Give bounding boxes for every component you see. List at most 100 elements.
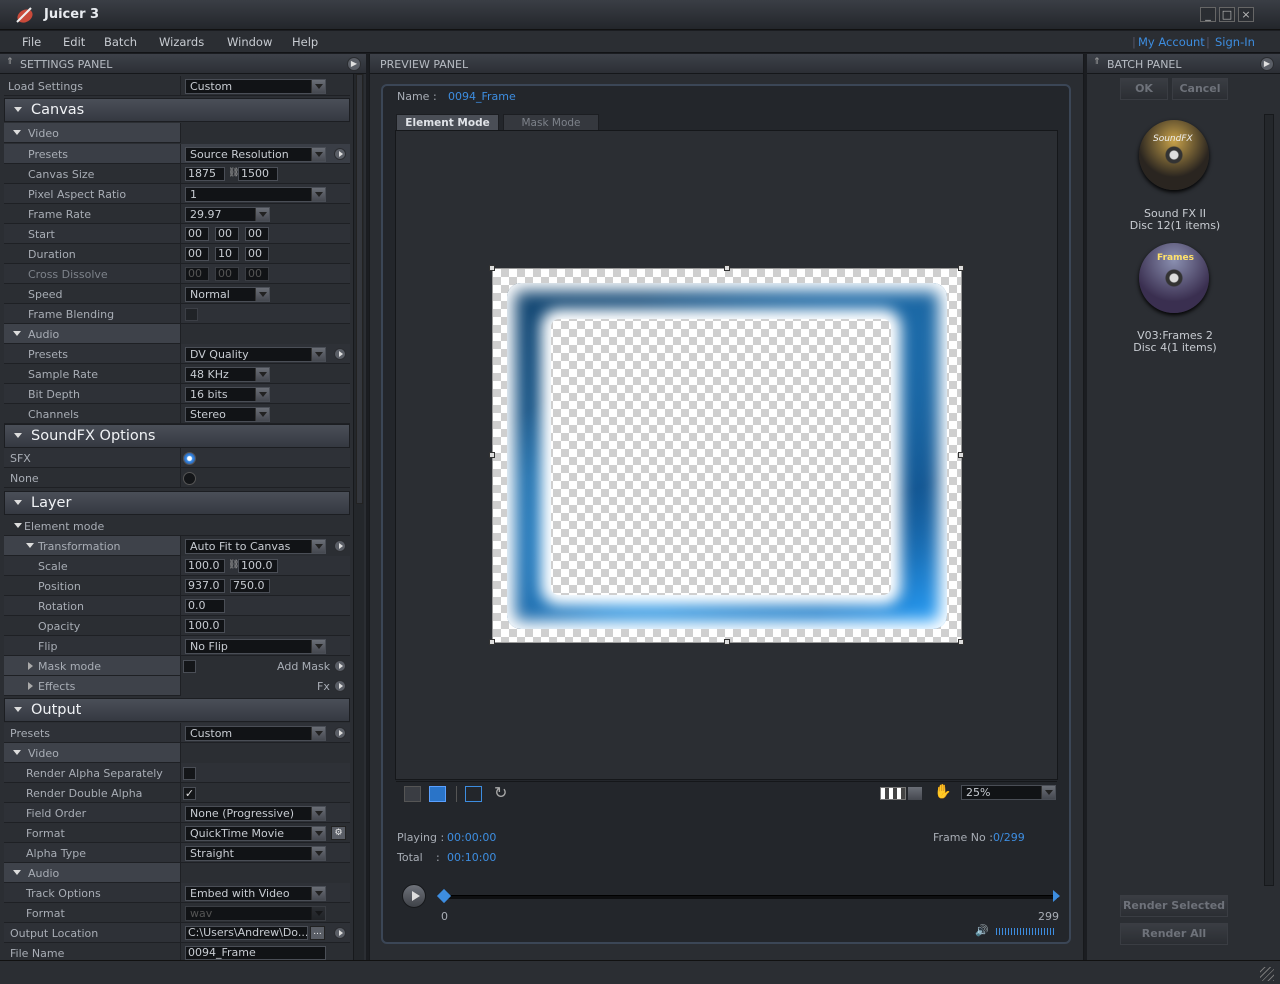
timeline-track[interactable] xyxy=(444,895,1058,899)
load-settings-dropdown[interactable]: Custom xyxy=(185,79,326,94)
collapse-icon[interactable]: ⇑ xyxy=(6,57,14,67)
resize-handle[interactable] xyxy=(724,265,730,271)
cancel-button[interactable]: Cancel xyxy=(1172,78,1228,100)
minimize-button[interactable]: _ xyxy=(1200,7,1216,22)
resize-handle[interactable] xyxy=(489,639,495,645)
menu-batch[interactable]: Batch xyxy=(104,35,137,49)
open-location-icon[interactable] xyxy=(334,927,346,939)
preset-action-icon[interactable] xyxy=(334,148,346,160)
batch-scrollbar[interactable] xyxy=(1264,114,1274,886)
menu-wizards[interactable]: Wizards xyxy=(159,35,204,49)
position-y-input[interactable]: 750.0 xyxy=(230,579,270,593)
resize-handle[interactable] xyxy=(958,452,964,458)
format-dropdown[interactable]: QuickTime Movie xyxy=(185,826,326,841)
audio-presets-dropdown[interactable]: DV Quality xyxy=(185,347,326,362)
render-alpha-separately-checkbox[interactable] xyxy=(183,767,196,780)
my-account-link[interactable]: My Account xyxy=(1138,35,1205,49)
volume-slider[interactable] xyxy=(996,928,1056,935)
menu-edit[interactable]: Edit xyxy=(63,35,85,49)
render-double-alpha-checkbox[interactable]: ✓ xyxy=(183,787,196,800)
output-presets-dropdown[interactable]: Custom xyxy=(185,726,326,741)
disc-soundfx-icon[interactable]: SoundFX xyxy=(1139,120,1209,190)
video-presets-dropdown[interactable]: Source Resolution xyxy=(185,147,326,162)
fit-to-canvas-icon[interactable] xyxy=(465,786,482,802)
audio-preset-action-icon[interactable] xyxy=(334,348,346,360)
scale-y-input[interactable]: 100.0 xyxy=(238,559,278,573)
output-video-subheader[interactable]: Video xyxy=(4,743,350,763)
start-minutes-input[interactable]: 00 xyxy=(215,227,239,241)
expand-arrow-icon[interactable] xyxy=(28,682,33,690)
ok-button[interactable]: OK xyxy=(1120,78,1168,100)
mask-mode-checkbox[interactable] xyxy=(183,660,196,673)
track-options-dropdown[interactable]: Embed with Video xyxy=(185,886,326,901)
output-section-header[interactable]: Output xyxy=(4,698,350,722)
browse-button[interactable]: ... xyxy=(310,926,325,940)
file-name-input[interactable]: 0094_Frame xyxy=(185,946,326,960)
menu-file[interactable]: File xyxy=(22,35,41,49)
canvas-width-input[interactable]: 1875 xyxy=(185,167,225,181)
batch-item-frames[interactable]: V03:Frames 2 Disc 4(1 items) xyxy=(1087,330,1263,354)
fx-button[interactable] xyxy=(334,680,346,692)
tab-mask-mode[interactable]: Mask Mode xyxy=(503,114,599,131)
pixel-aspect-dropdown[interactable]: 1 xyxy=(185,187,326,202)
zoom-dropdown[interactable]: 25% xyxy=(961,785,1056,800)
opacity-input[interactable]: 100.0 xyxy=(185,619,225,633)
frame-rate-dropdown[interactable]: 29.97 xyxy=(185,207,270,222)
output-audio-subheader[interactable]: Audio xyxy=(4,863,350,883)
canvas-video-subheader[interactable]: Video xyxy=(4,123,350,143)
fx-label[interactable]: Fx xyxy=(317,680,330,693)
element-mode-row[interactable]: Element mode xyxy=(4,516,350,536)
frame-blending-checkbox[interactable] xyxy=(185,308,198,321)
canvas-height-input[interactable]: 1500 xyxy=(238,167,278,181)
bit-depth-dropdown[interactable]: 16 bits xyxy=(185,387,270,402)
rotate-icon[interactable]: ↻ xyxy=(494,783,507,802)
checkerboard-toggle-icon[interactable] xyxy=(880,787,906,800)
add-mask-label[interactable]: Add Mask xyxy=(277,660,330,673)
soundfx-section-header[interactable]: SoundFX Options xyxy=(4,424,350,448)
sign-in-link[interactable]: Sign-In xyxy=(1215,35,1255,49)
redo-icon[interactable] xyxy=(429,786,446,802)
channels-dropdown[interactable]: Stereo xyxy=(185,407,270,422)
render-selected-button[interactable]: Render Selected xyxy=(1120,895,1228,917)
resize-handle[interactable] xyxy=(958,639,964,645)
start-hours-input[interactable]: 00 xyxy=(185,227,209,241)
expand-arrow-icon[interactable] xyxy=(28,662,33,670)
speed-dropdown[interactable]: Normal xyxy=(185,287,270,302)
none-radio[interactable] xyxy=(183,472,196,485)
transformation-dropdown[interactable]: Auto Fit to Canvas xyxy=(185,539,326,554)
menu-help[interactable]: Help xyxy=(292,35,318,49)
start-seconds-input[interactable]: 00 xyxy=(245,227,269,241)
output-preset-action-icon[interactable] xyxy=(334,727,346,739)
transformation-action-icon[interactable] xyxy=(334,540,346,552)
close-button[interactable]: × xyxy=(1238,7,1254,22)
settings-scrollbar[interactable] xyxy=(353,74,364,960)
resize-handle[interactable] xyxy=(489,452,495,458)
field-order-dropdown[interactable]: None (Progressive) xyxy=(185,806,326,821)
frame-image[interactable] xyxy=(492,268,962,643)
canvas-audio-subheader[interactable]: Audio xyxy=(4,324,350,344)
format-settings-icon[interactable]: ⚙ xyxy=(331,826,346,840)
menu-window[interactable]: Window xyxy=(227,35,272,49)
add-mask-button[interactable] xyxy=(334,660,346,672)
duration-seconds-input[interactable]: 00 xyxy=(245,247,269,261)
sfx-radio[interactable] xyxy=(183,452,196,465)
maximize-button[interactable]: □ xyxy=(1219,7,1235,22)
duration-minutes-input[interactable]: 10 xyxy=(215,247,239,261)
batch-item-soundfx[interactable]: Sound FX II Disc 12(1 items) xyxy=(1087,208,1263,232)
disc-frames-icon[interactable]: Frames xyxy=(1139,243,1209,313)
canvas-section-header[interactable]: Canvas xyxy=(4,98,350,122)
resize-grip-icon[interactable] xyxy=(1260,967,1274,981)
timeline-end-marker[interactable] xyxy=(1053,890,1060,902)
scale-x-input[interactable]: 100.0 xyxy=(185,559,225,573)
resize-handle[interactable] xyxy=(489,265,495,271)
collapse-icon[interactable]: ⇑ xyxy=(1093,57,1101,67)
output-location-input[interactable]: C:\Users\Andrew\Do... xyxy=(185,926,308,940)
resize-handle[interactable] xyxy=(724,639,730,645)
undo-icon[interactable] xyxy=(404,786,421,802)
panel-menu-icon[interactable]: ▶ xyxy=(347,57,361,71)
chevron-down-icon[interactable] xyxy=(908,787,922,800)
render-all-button[interactable]: Render All xyxy=(1120,923,1228,945)
hand-pan-icon[interactable]: ✋ xyxy=(934,784,951,800)
speaker-icon[interactable]: 🔊 xyxy=(975,924,989,937)
panel-menu-icon[interactable]: ▶ xyxy=(1260,57,1274,71)
